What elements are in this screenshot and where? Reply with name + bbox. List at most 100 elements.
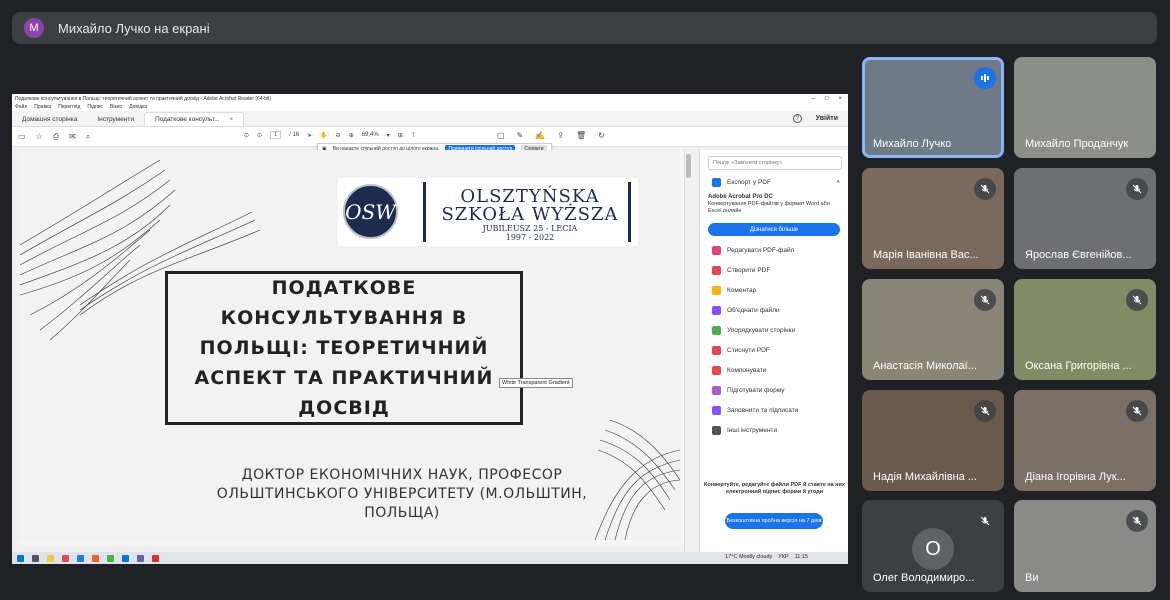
presenter-bar: M Михайло Лучко на екрані [12, 12, 1157, 44]
learn-more-button[interactable]: Дізнатися більше [708, 223, 840, 236]
participant-tile[interactable]: Михайло Лучко [862, 57, 1004, 158]
zoom-in-icon[interactable]: ⊕ [349, 132, 354, 139]
mic-muted-icon [974, 178, 996, 200]
presenter-label: Михайло Лучко на екрані [58, 20, 210, 36]
participant-tile[interactable]: Ви [1014, 500, 1156, 592]
tool-compress-pdf[interactable]: Стиснути PDF [700, 340, 848, 360]
delete-icon[interactable]: 🗑 [576, 131, 586, 140]
tab-document[interactable]: Податкове консульт... × [143, 112, 245, 126]
tool-prepare-form[interactable]: Підготувати форму [700, 380, 848, 400]
fit-page-icon[interactable]: ⊞ [398, 132, 403, 139]
maximize-icon[interactable]: □ [825, 96, 829, 102]
pen-icon[interactable]: ✎ [517, 131, 524, 140]
participant-name: Ви [1025, 572, 1039, 584]
mic-muted-icon [1126, 289, 1148, 311]
share-icon[interactable]: ⇪ [557, 131, 564, 140]
menu-file[interactable]: Файл [15, 104, 27, 110]
free-trial-button[interactable]: Безкоштовна пробна версія на 7 днів [725, 513, 823, 529]
edit-pdf-icon [712, 245, 721, 255]
tool-organize-pages[interactable]: Упорядкувати сторінки [700, 320, 848, 340]
comment-tool-icon [712, 285, 721, 295]
tool-fill-sign[interactable]: Заповнити та підписати [700, 400, 848, 420]
participant-tile[interactable]: Марія Іванівна Вас... [862, 168, 1004, 269]
menu-view[interactable]: Перегляд [58, 104, 80, 110]
organize-icon [712, 325, 721, 335]
star-icon[interactable]: ☆ [36, 132, 43, 142]
word-icon[interactable] [77, 554, 84, 562]
app-icon[interactable] [62, 554, 69, 562]
tool-comment[interactable]: Коментар [700, 280, 848, 300]
language-indicator[interactable]: УКР [778, 554, 788, 560]
search-icon[interactable]: ⌕ [86, 132, 90, 142]
participant-avatar: О [912, 528, 954, 570]
acrobat-tabbar: Домашня сторінка Інструменти Податкове к… [12, 111, 848, 127]
chevron-up-icon[interactable]: ˄ [836, 179, 840, 186]
vertical-scrollbar[interactable] [684, 150, 691, 554]
select-tool-icon[interactable]: ➤ [307, 132, 312, 139]
login-button[interactable]: Увійти [816, 115, 838, 122]
participant-name: Діана Ігорівна Лук... [1025, 471, 1126, 483]
windows-start-icon[interactable] [17, 554, 24, 562]
tool-more-tools[interactable]: Інші інструменти [700, 420, 848, 440]
next-page-icon[interactable]: ⊙ [257, 132, 262, 139]
weather-text[interactable]: 17°C Mostly cloudy [725, 554, 772, 560]
tool-label: Упорядкувати сторінки [727, 326, 796, 334]
minimize-icon[interactable]: – [812, 96, 815, 102]
menu-help[interactable]: Довідка [129, 104, 147, 110]
hand-tool-icon[interactable]: ✋ [320, 132, 327, 139]
windows-taskbar: 17°C Mostly cloudy УКР 11:15 [12, 552, 848, 564]
page-number-input[interactable]: 1 [270, 131, 282, 139]
tool-create-pdf[interactable]: Створити PDF [700, 260, 848, 280]
tool-edit-pdf[interactable]: Редагувати PDF-файл [700, 240, 848, 260]
acrobat-taskbar-icon[interactable] [152, 554, 159, 562]
mic-muted-icon [974, 400, 996, 422]
participant-tile[interactable]: Михайло Проданчук [1014, 57, 1156, 158]
ruler-icon[interactable]: ⊤ [411, 132, 416, 139]
participant-tile[interactable]: О Олег Володимиро... [862, 500, 1004, 592]
menu-window[interactable]: Вікно [110, 104, 122, 110]
export-pdf-item[interactable]: Експорт у PDF ˄ [700, 174, 848, 190]
menu-edit[interactable]: Правка [34, 104, 51, 110]
participant-tile[interactable]: Оксана Григорівна ... [1014, 279, 1156, 380]
sign-icon[interactable]: ✍ [535, 131, 545, 140]
participant-tile[interactable]: Діана Ігорівна Лук... [1014, 390, 1156, 491]
mic-muted-icon [1126, 400, 1148, 422]
participant-tile[interactable]: Ярослав Євгенійов... [1014, 168, 1156, 269]
menu-sign[interactable]: Підпис [87, 104, 103, 110]
close-icon[interactable]: × [838, 96, 842, 102]
file-explorer-icon[interactable] [47, 554, 54, 562]
powerpoint-icon[interactable] [92, 554, 99, 562]
email-icon[interactable]: ✉ [69, 132, 76, 142]
comment-icon[interactable]: ▢ [497, 131, 505, 140]
participant-name: Михайло Лучко [873, 138, 952, 150]
taskbar-search-icon[interactable] [32, 554, 39, 562]
logo-line-2: SZKOŁA WYŻSZA [441, 204, 619, 225]
tab-close-icon[interactable]: × [230, 116, 234, 123]
chrome-icon[interactable] [107, 554, 114, 562]
mic-muted-icon [1126, 510, 1148, 532]
save-icon[interactable]: ▭ [18, 132, 26, 142]
zoom-level[interactable]: 69,4% [362, 132, 379, 138]
print-icon[interactable]: ⎙ [53, 132, 59, 142]
clock[interactable]: 11:15 [795, 554, 808, 560]
tool-label: Заповнити та підписати [727, 406, 799, 414]
tab-tools[interactable]: Інструменти [87, 112, 144, 126]
zoom-out-icon[interactable]: ⊖ [336, 132, 341, 139]
chevron-down-icon[interactable]: ▾ [387, 132, 390, 139]
tool-combine-files[interactable]: Об'єднати файли [700, 300, 848, 320]
scroll-thumb[interactable] [686, 154, 691, 178]
help-icon[interactable]: ? [792, 114, 802, 123]
participant-tile[interactable]: Надія Михайлівна ... [862, 390, 1004, 491]
edge-icon[interactable] [122, 554, 129, 562]
tab-home[interactable]: Домашня сторінка [12, 112, 87, 126]
teams-icon[interactable] [137, 554, 144, 562]
rotate-icon[interactable]: ↻ [598, 131, 605, 140]
tool-compose[interactable]: Компонувати [700, 360, 848, 380]
prev-page-icon[interactable]: ⊙ [244, 132, 249, 139]
sidepanel-search-input[interactable]: Пошук «Замінити сторінку» [708, 156, 842, 170]
tool-label: Об'єднати файли [727, 306, 780, 314]
participant-tile[interactable]: Анастасія Миколаї... [862, 279, 1004, 380]
speaking-indicator-icon [974, 67, 996, 89]
tool-label: Редагувати PDF-файл [727, 246, 795, 254]
mic-muted-icon [974, 289, 996, 311]
